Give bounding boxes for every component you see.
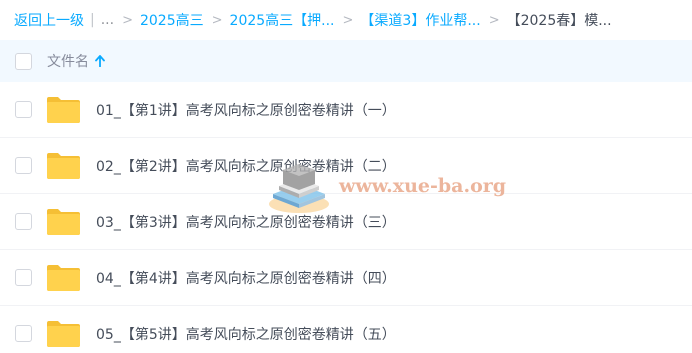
- file-browser: 返回上一级 | ... > 2025高三 > 2025高三【押... > 【渠道…: [0, 0, 692, 353]
- file-name[interactable]: 03_【第3讲】高考风向标之原创密卷精讲（三）: [96, 212, 396, 232]
- folder-icon: [47, 321, 80, 347]
- file-name[interactable]: 01_【第1讲】高考风向标之原创密卷精讲（一）: [96, 100, 396, 120]
- file-name[interactable]: 02_【第2讲】高考风向标之原创密卷精讲（二）: [96, 156, 396, 176]
- row-checkbox[interactable]: [15, 325, 32, 342]
- row-checkbox[interactable]: [15, 269, 32, 286]
- chevron-right-icon: >: [342, 12, 354, 28]
- select-all-checkbox[interactable]: [15, 52, 32, 70]
- file-name[interactable]: 05_【第5讲】高考风向标之原创密卷精讲（五）: [96, 324, 396, 344]
- back-link[interactable]: 返回上一级: [14, 10, 84, 30]
- list-item[interactable]: 02_【第2讲】高考风向标之原创密卷精讲（二）: [0, 138, 692, 194]
- list-header: 文件名: [0, 40, 692, 82]
- folder-icon: [47, 209, 80, 235]
- ascending-arrow-icon[interactable]: [95, 55, 105, 67]
- list-item[interactable]: 05_【第5讲】高考风向标之原创密卷精讲（五）: [0, 306, 692, 353]
- row-checkbox[interactable]: [15, 101, 32, 118]
- row-checkbox[interactable]: [15, 157, 32, 174]
- folder-icon: [47, 153, 80, 179]
- file-name[interactable]: 04_【第4讲】高考风向标之原创密卷精讲（四）: [96, 268, 396, 288]
- list-item[interactable]: 01_【第1讲】高考风向标之原创密卷精讲（一）: [0, 82, 692, 138]
- breadcrumb-ellipsis[interactable]: ...: [101, 12, 114, 28]
- chevron-right-icon: >: [488, 12, 500, 28]
- breadcrumb-divider: |: [90, 12, 95, 28]
- folder-icon: [47, 265, 80, 291]
- chevron-right-icon: >: [211, 12, 223, 28]
- folder-icon: [47, 97, 80, 123]
- breadcrumb-item[interactable]: 2025高三【押...: [230, 10, 335, 30]
- breadcrumb-current: 【2025春】模...: [506, 13, 612, 29]
- breadcrumb-item[interactable]: 【渠道3】作业帮...: [360, 10, 480, 30]
- list-item[interactable]: 03_【第3讲】高考风向标之原创密卷精讲（三）: [0, 194, 692, 250]
- row-checkbox[interactable]: [15, 213, 32, 230]
- chevron-right-icon: >: [122, 12, 133, 28]
- file-list: 01_【第1讲】高考风向标之原创密卷精讲（一） 02_【第2讲】高考风向标之原创…: [0, 82, 692, 353]
- filename-column-header[interactable]: 文件名: [47, 51, 105, 71]
- list-item[interactable]: 04_【第4讲】高考风向标之原创密卷精讲（四）: [0, 250, 692, 306]
- breadcrumb: 返回上一级 | ... > 2025高三 > 2025高三【押... > 【渠道…: [0, 0, 692, 40]
- breadcrumb-item[interactable]: 2025高三: [140, 10, 204, 30]
- filename-header-label: 文件名: [47, 54, 89, 70]
